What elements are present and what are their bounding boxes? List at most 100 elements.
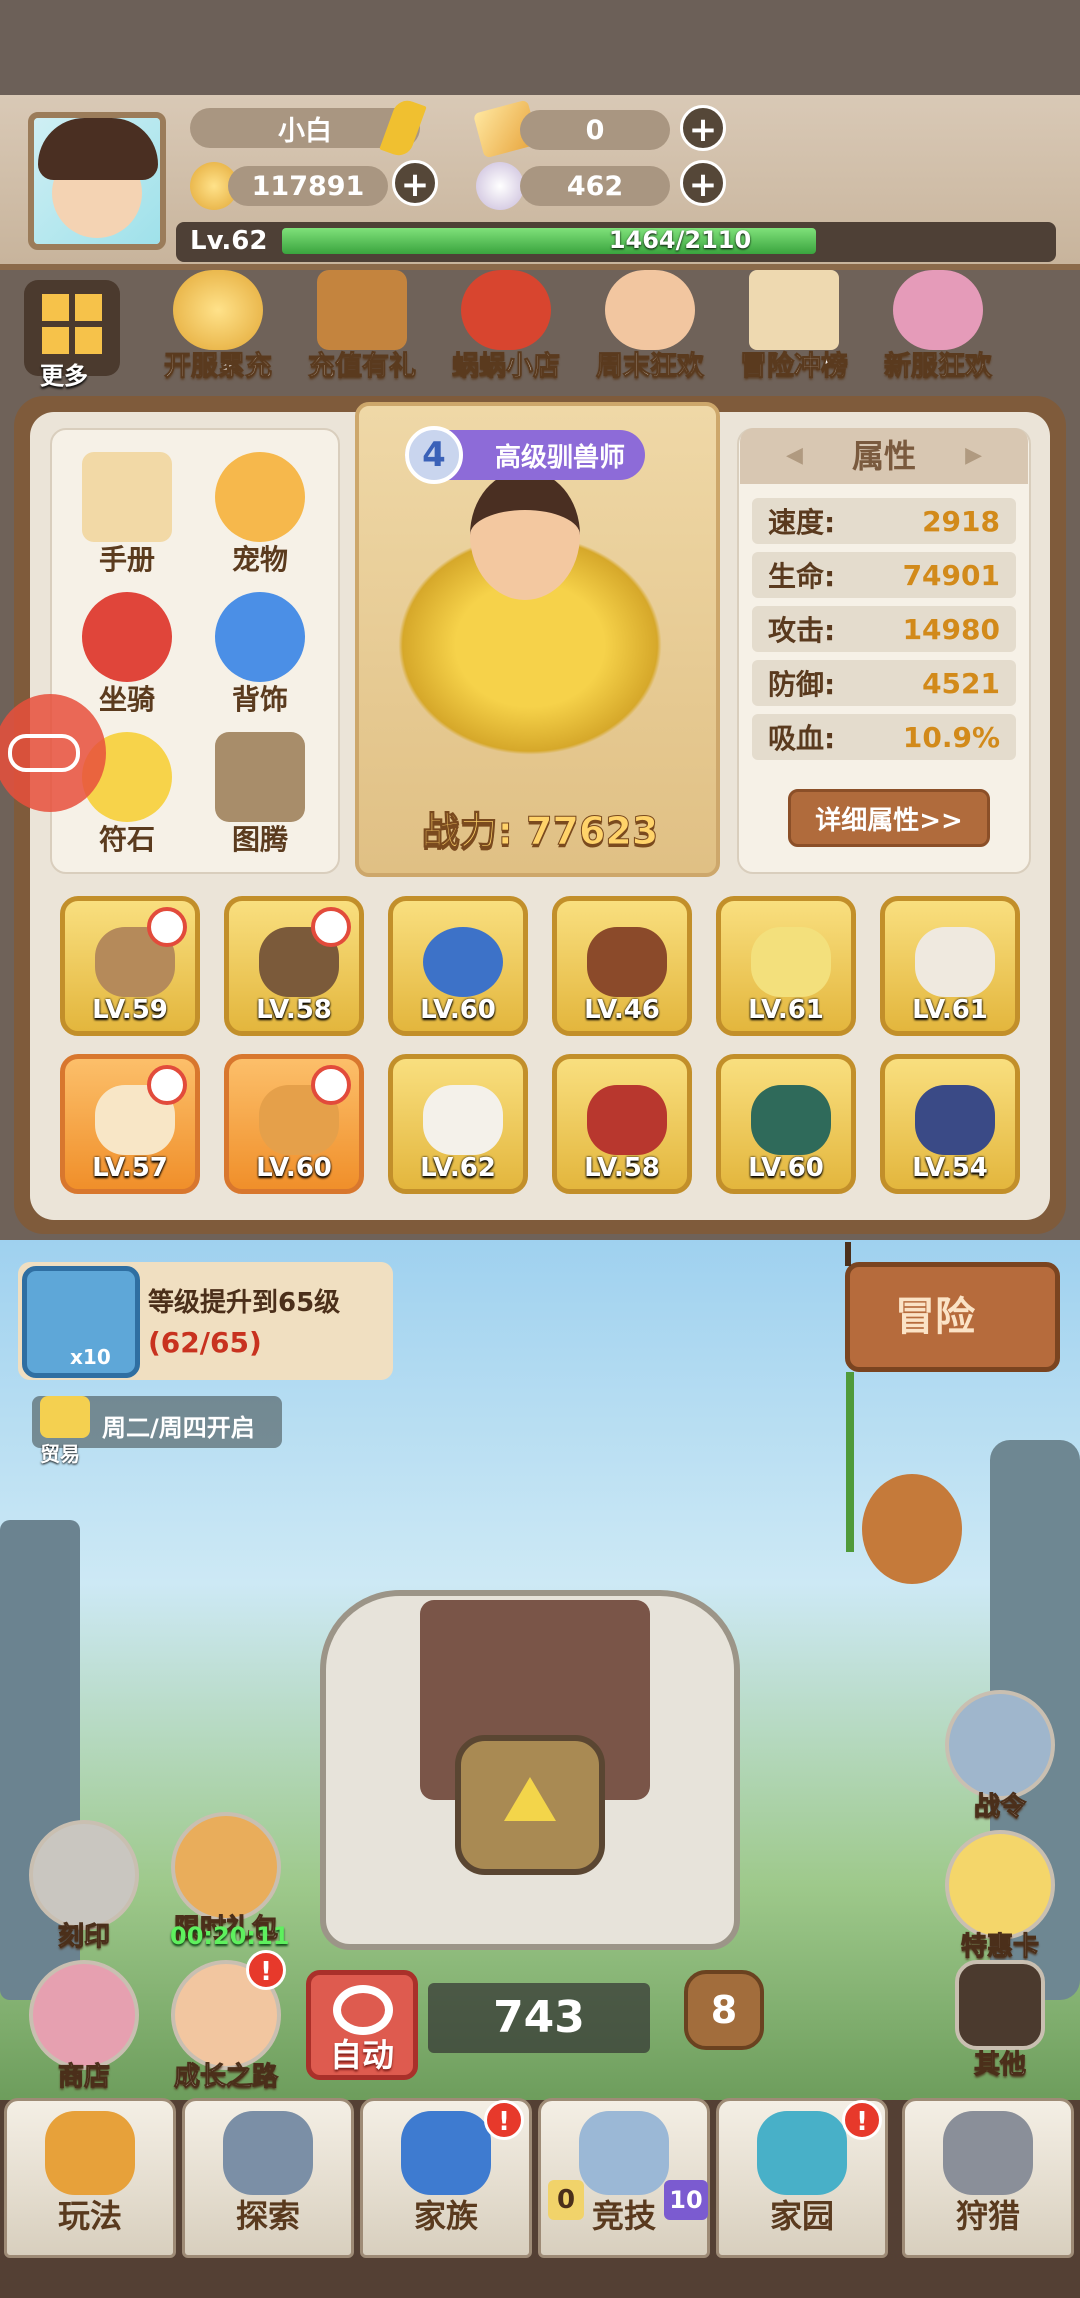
- bracer-icon: [915, 927, 995, 997]
- gear-slot-necklace[interactable]: LV.60: [388, 896, 528, 1036]
- snail-shop-icon: [461, 270, 551, 350]
- other-button[interactable]: 其他: [940, 1960, 1060, 2081]
- quest-progress: (62/65): [148, 1326, 262, 1359]
- attr-value: 74901: [902, 558, 1000, 592]
- chest-count: 743: [428, 1983, 650, 2053]
- clan-alert-badge: !: [484, 2100, 524, 2140]
- beast-icon: [943, 2111, 1033, 2195]
- hero-sprite: [470, 470, 580, 600]
- nav-label: 玩法: [57, 2197, 122, 2235]
- gear-slot-weapon[interactable]: LV.59: [60, 896, 200, 1036]
- wings-icon: [215, 592, 305, 682]
- gear-level: LV.57: [92, 1153, 168, 1183]
- trade-label: 贸易: [40, 1442, 80, 1466]
- attr-key: 生命:: [768, 560, 836, 593]
- event-server-recharge[interactable]: 开服累充: [148, 270, 288, 385]
- side-label: 商店: [57, 2062, 110, 2093]
- totem-mask-icon: [45, 2111, 135, 2195]
- pants-icon: [751, 1085, 831, 1155]
- gear-slot-gloves[interactable]: LV.62: [388, 1054, 528, 1194]
- add-coin-button[interactable]: +: [392, 160, 438, 206]
- shop-basket-icon: [29, 1960, 139, 2070]
- more-label: 更多: [40, 362, 88, 390]
- gear-slot-horn[interactable]: LV.57: [60, 1054, 200, 1194]
- gear-slot-shield[interactable]: LV.58: [224, 896, 364, 1036]
- event-weekend-carnival[interactable]: 周末狂欢: [580, 270, 720, 385]
- leather-armor-icon: [587, 927, 667, 997]
- event-label: 周末狂欢: [596, 351, 705, 383]
- arrow-right-icon[interactable]: ▶: [965, 428, 982, 484]
- gift-bag-icon: [171, 1812, 281, 1922]
- special-card-button[interactable]: 特惠卡: [940, 1830, 1060, 1963]
- event-recharge-gift[interactable]: 充值有礼: [292, 270, 432, 385]
- nav-arena[interactable]: 竞技: [538, 2098, 710, 2258]
- nav-hunt[interactable]: 狩猎: [902, 2098, 1074, 2258]
- clan-banner-icon: [401, 2111, 491, 2195]
- attr-value: 14980: [902, 612, 1000, 646]
- arrow-left-icon[interactable]: ◀: [786, 428, 803, 484]
- attr-value: 2918: [922, 504, 1000, 538]
- gear-slot-costume[interactable]: LV.60: [224, 1054, 364, 1194]
- menu-handbook[interactable]: 手册: [62, 452, 192, 578]
- sign-rope: [845, 1242, 851, 1266]
- necklace-icon: [423, 927, 503, 997]
- pet-icon: [215, 452, 305, 542]
- gear-slot-armor[interactable]: LV.46: [552, 896, 692, 1036]
- add-shell-button[interactable]: +: [680, 160, 726, 206]
- attribute-row-lifesteal: 吸血: 10.9%: [752, 714, 1016, 760]
- adventure-label: 冒险: [895, 1294, 975, 1340]
- attr-value: 4521: [922, 666, 1000, 700]
- auto-label: 自动: [329, 2036, 394, 2074]
- growth-alert-badge: !: [246, 1950, 286, 1990]
- gear-level: LV.61: [912, 995, 988, 1025]
- nav-explore[interactable]: 探索: [182, 2098, 354, 2258]
- gear-slot-boots[interactable]: LV.54: [880, 1054, 1020, 1194]
- menu-pet[interactable]: 宠物: [195, 452, 325, 578]
- player-avatar[interactable]: [28, 112, 166, 250]
- menu-totem[interactable]: 图腾: [195, 732, 325, 858]
- chest-level-badge[interactable]: 8: [684, 1970, 764, 2050]
- add-ticket-button[interactable]: +: [680, 105, 726, 151]
- spiral-fossil-icon: [29, 1820, 139, 1930]
- attr-key: 速度:: [768, 506, 836, 539]
- attr-key: 吸血:: [768, 722, 836, 755]
- side-label: 成长之路: [173, 2062, 278, 2093]
- menu-label: 图腾: [231, 823, 288, 856]
- trade-shirt-icon: [40, 1396, 90, 1438]
- event-label: 冒险冲榜: [740, 351, 849, 383]
- event-adventure-ranking[interactable]: 冒险冲榜: [724, 270, 864, 385]
- detail-attributes-button[interactable]: 详细属性>>: [788, 789, 990, 847]
- engrave-button[interactable]: 刻印: [24, 1820, 144, 1953]
- attribute-header-label: 属性: [851, 437, 916, 475]
- gamepad-icon: [8, 734, 80, 772]
- podium-icon: [749, 270, 839, 350]
- gear-slot-ring[interactable]: LV.61: [716, 896, 856, 1036]
- homeland-icon: [757, 2111, 847, 2195]
- gear-slot-pants[interactable]: LV.60: [716, 1054, 856, 1194]
- nav-label: 家族: [413, 2197, 478, 2235]
- coin-count: 117891: [228, 166, 388, 206]
- battle-pass-button[interactable]: 战令: [940, 1690, 1060, 1823]
- hero-rank-badge: 4: [405, 426, 463, 484]
- menu-back-accessory[interactable]: 背饰: [195, 592, 325, 718]
- chest-lock-icon: [455, 1735, 605, 1875]
- attr-key: 攻击:: [768, 614, 836, 647]
- shop-button[interactable]: 商店: [24, 1960, 144, 2093]
- boots-icon: [915, 1085, 995, 1155]
- menu-mount[interactable]: 坐骑: [62, 592, 192, 718]
- adventure-button[interactable]: 冒险: [845, 1262, 1060, 1372]
- totem-icon: [215, 732, 305, 822]
- menu-label: 符石: [98, 823, 155, 856]
- attribute-row-hp: 生命: 74901: [752, 552, 1016, 598]
- shell-icon: [476, 162, 524, 210]
- grid-icon: [42, 294, 102, 354]
- event-new-server-carnival[interactable]: 新服狂欢: [868, 270, 1008, 385]
- gold-medal-icon: [173, 270, 263, 350]
- nav-gameplay[interactable]: 玩法: [4, 2098, 176, 2258]
- gear-slot-bracer[interactable]: LV.61: [880, 896, 1020, 1036]
- event-snail-shop[interactable]: 蜗蜗小店: [436, 270, 576, 385]
- nav-label: 家园: [769, 2197, 834, 2235]
- gear-level: LV.61: [748, 995, 824, 1025]
- dino-mount-icon: [82, 592, 172, 682]
- gear-slot-belt[interactable]: LV.58: [552, 1054, 692, 1194]
